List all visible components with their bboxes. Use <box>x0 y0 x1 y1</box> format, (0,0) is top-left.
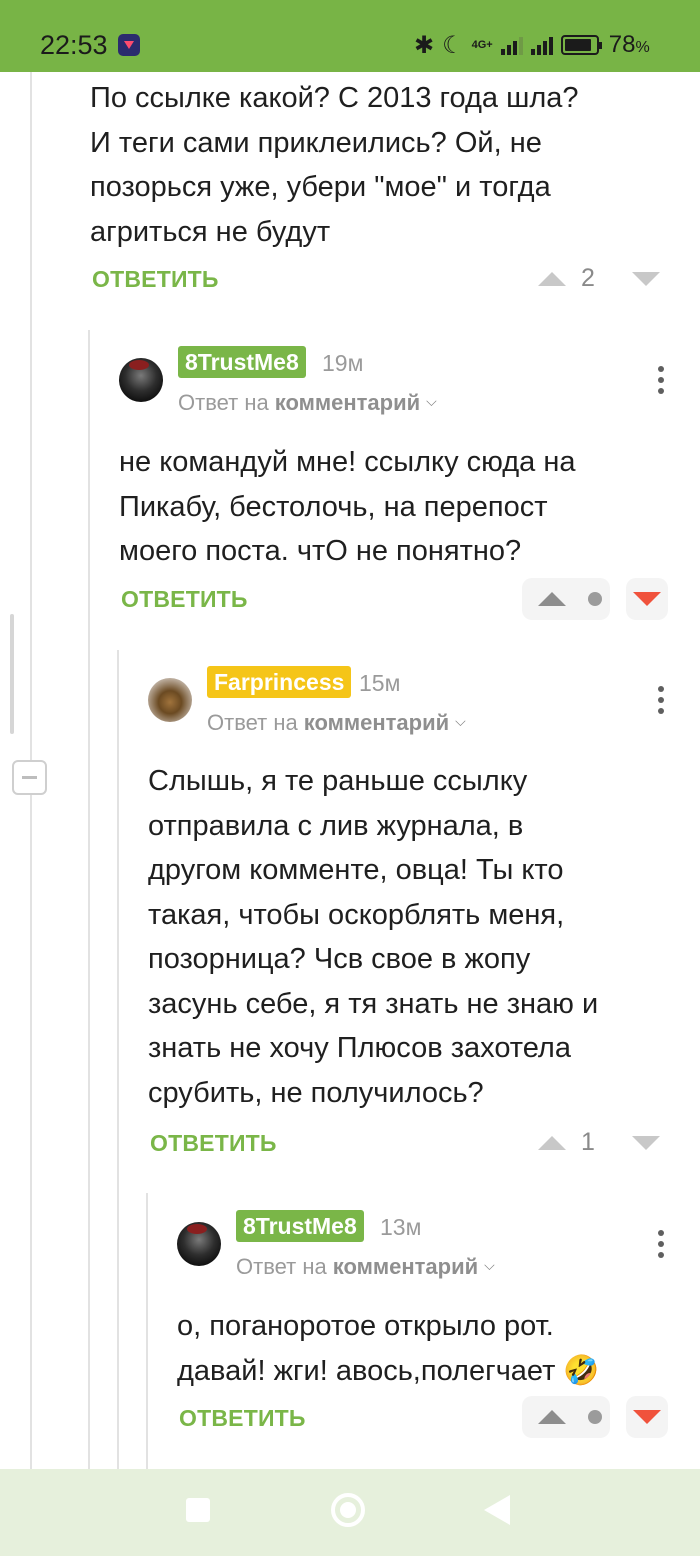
reply-button[interactable]: ОТВЕТИТЬ <box>150 1130 277 1157</box>
reply-to-prefix: Ответ на <box>236 1254 327 1279</box>
recent-apps-button[interactable] <box>186 1498 210 1522</box>
comment-line: позорница? Чсв свое в жопу <box>148 943 531 975</box>
comment-age: 15м <box>359 670 401 696</box>
comment-line: По ссылке какой? С 2013 года шла? <box>90 82 579 114</box>
reply-to-target: комментарий <box>303 710 450 735</box>
comment-line: срубить, не получилось? <box>148 1076 484 1109</box>
vote-block <box>538 1410 602 1424</box>
reply-button[interactable]: ОТВЕТИТЬ <box>121 586 248 613</box>
vote-block <box>538 592 602 606</box>
thread-line-level-3 <box>146 1193 148 1469</box>
comment-line: такая, чтобы оскорблять меня, <box>148 898 565 931</box>
status-bar: 22:53 ✱ ☾ 4G+ 78% <box>0 0 700 72</box>
comment-line: агриться не будут <box>90 215 331 248</box>
comment-age: 19м <box>322 350 364 376</box>
comment-line: давай! жги! авось,полегчает 🤣 <box>177 1354 600 1387</box>
reply-to-prefix: Ответ на <box>178 390 269 415</box>
vote-block: 2 <box>538 264 660 293</box>
score-dot <box>588 592 602 606</box>
thread-line-level-2 <box>117 650 119 1469</box>
bluetooth-icon: ✱ <box>414 31 435 59</box>
upvote-icon[interactable] <box>538 271 566 286</box>
status-icons: ✱ ☾ 4G+ 78% <box>414 30 650 60</box>
scrollbar[interactable] <box>10 614 14 734</box>
back-button[interactable] <box>484 1495 510 1525</box>
reply-to-prefix: Ответ на <box>207 710 298 735</box>
comment-line: не командуй мне! ссылку сюда на <box>119 446 576 478</box>
comment-line: отправила с лив журнала, в <box>148 809 524 842</box>
downvote-icon[interactable] <box>633 1410 661 1424</box>
reply-to-link[interactable]: Ответ на комментарий ⌵ <box>178 390 437 416</box>
comment-line: позорься уже, убери "мое" и тогда <box>90 171 551 203</box>
comment-age: 13м <box>380 1214 422 1240</box>
battery-icon <box>560 35 602 55</box>
comment-score: 2 <box>581 264 595 292</box>
thread-line-level-1 <box>88 330 90 1469</box>
home-button[interactable] <box>331 1493 365 1527</box>
kebab-icon[interactable] <box>658 366 664 394</box>
signal-icon-2 <box>530 35 553 55</box>
comment-line: о, поганоротое открыло рот. <box>177 1310 554 1342</box>
comment-line: И теги сами приклеились? Ой, не <box>90 126 542 159</box>
network-type-label: 4G+ <box>471 38 493 51</box>
reply-to-target: комментарий <box>332 1254 479 1279</box>
do-not-disturb-icon: ☾ <box>442 31 464 59</box>
downvote-icon[interactable] <box>633 592 661 606</box>
comment-line: моего поста. чтО не понятно? <box>119 535 522 567</box>
comment-text: о, поганоротое открыло рот. давай! жги! … <box>177 1304 692 1393</box>
upvote-icon[interactable] <box>538 1410 566 1424</box>
reply-to-link[interactable]: Ответ на комментарий ⌵ <box>207 710 466 736</box>
comment-line: Пикабу, бестолочь, на перепост <box>119 490 548 523</box>
avatar[interactable] <box>177 1222 221 1266</box>
comment-text: не командуй мне! ссылку сюда на Пикабу, … <box>119 440 689 574</box>
author-nickname[interactable]: 8TrustMe8 <box>236 1210 364 1242</box>
downvote-icon[interactable] <box>632 1135 660 1150</box>
avatar[interactable] <box>148 678 192 722</box>
chevron-down-icon: ⌵ <box>484 1256 495 1273</box>
system-navigation-bar <box>0 1469 700 1556</box>
reply-to-target: комментарий <box>274 390 421 415</box>
downvote-icon[interactable] <box>632 271 660 286</box>
avatar[interactable] <box>119 358 163 402</box>
kebab-icon[interactable] <box>658 1230 664 1258</box>
upvote-icon[interactable] <box>538 592 566 606</box>
author-nickname[interactable]: Farprincess <box>207 666 352 698</box>
comment-line: знать не хочу Плюсов захотела <box>148 1032 571 1064</box>
comment-text: Слышь, я те раньше ссылку отправила с ли… <box>148 759 693 1115</box>
chevron-down-icon: ⌵ <box>426 392 437 409</box>
status-time: 22:53 <box>40 30 108 60</box>
comment-line: другом комменте, овца! Ты кто <box>148 854 564 886</box>
comment-line: засунь себе, я тя знать не знаю и <box>148 987 599 1020</box>
comment-line: Слышь, я те раньше ссылку <box>148 765 528 797</box>
signal-icon-1 <box>500 35 523 55</box>
vote-block: 1 <box>538 1128 660 1157</box>
kebab-icon[interactable] <box>658 686 664 714</box>
chevron-down-icon: ⌵ <box>455 712 466 729</box>
reply-button[interactable]: ОТВЕТИТЬ <box>179 1405 306 1432</box>
score-dot <box>588 1410 602 1424</box>
battery-percent: 78% <box>608 31 650 58</box>
comment-text: По ссылке какой? С 2013 года шла? И теги… <box>90 76 690 254</box>
comment-score: 1 <box>581 1128 595 1156</box>
collapse-thread-button[interactable] <box>12 760 47 795</box>
reply-button[interactable]: ОТВЕТИТЬ <box>92 266 219 293</box>
author-nickname[interactable]: 8TrustMe8 <box>178 346 306 378</box>
upvote-icon[interactable] <box>538 1135 566 1150</box>
reply-to-link[interactable]: Ответ на комментарий ⌵ <box>236 1254 495 1280</box>
notification-app-icon <box>118 34 140 56</box>
